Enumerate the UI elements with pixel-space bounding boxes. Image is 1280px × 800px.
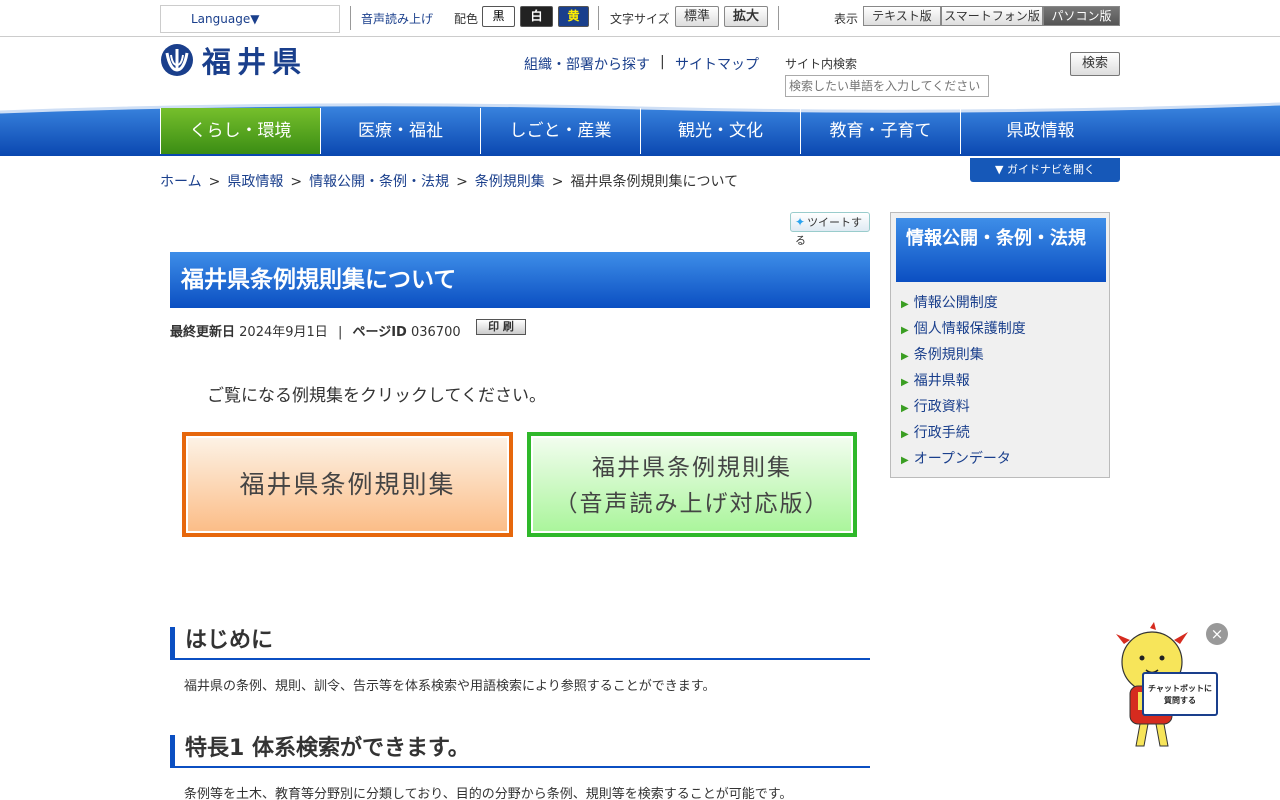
divider (350, 6, 351, 30)
nav-living[interactable]: くらし・環境 (160, 108, 321, 154)
twitter-bird-icon: ✦ (795, 215, 806, 229)
org-search-link[interactable]: 組織・部署から探す (524, 54, 650, 74)
font-standard-button[interactable]: 標準 (675, 6, 719, 27)
pageid-value: 036700 (410, 325, 461, 340)
color-label: 配色 (454, 12, 479, 26)
triangle-right-icon: ▶ (901, 351, 909, 362)
section-heading-feature1: 特長1 体系検索ができます。 (170, 735, 870, 768)
tweet-label: ツイートする (795, 216, 863, 247)
chatbot-close-icon[interactable]: × (1206, 623, 1228, 645)
sitemap-link[interactable]: サイトマップ (675, 54, 759, 74)
voice-button-line2: （音声読み上げ対応版） (554, 491, 830, 517)
page-meta: 最終更新日 2024年9月1日 | ページID 036700 (170, 325, 461, 340)
page-title: 福井県条例規則集について (170, 252, 870, 308)
sidebar-title[interactable]: 情報公開・条例・法規 (896, 218, 1106, 282)
guide-navi-button[interactable]: ▼ ガイドナビを開く (970, 158, 1120, 182)
sidebar-item-admin-procedures[interactable]: ▶ 行政手続 (901, 423, 1026, 449)
triangle-right-icon: ▶ (901, 403, 909, 414)
smartphone-version-button[interactable]: スマートフォン版 (941, 6, 1043, 26)
site-logo[interactable]: 福井県 (160, 42, 308, 79)
text-version-button[interactable]: テキスト版 (863, 6, 941, 26)
pc-version-button[interactable]: パソコン版 (1043, 6, 1120, 26)
font-large-button[interactable]: 拡大 (724, 6, 768, 27)
divider (598, 6, 599, 30)
utility-bar: Language▼ 音声読み上げ 配色 黒 白 黄 文字サイズ 標準 拡大 表示… (0, 0, 1280, 37)
triangle-right-icon: ▶ (901, 299, 909, 310)
logo-text: 福井県 (202, 45, 308, 79)
nav-education[interactable]: 教育・子育て (801, 108, 961, 154)
tweet-button[interactable]: ✦ ツイートする (790, 212, 870, 247)
section-text-intro: 福井県の条例、規則、訓令、告示等を体系検索や用語検索により参照することができます… (184, 679, 716, 694)
sidebar-item-gazette[interactable]: ▶ 福井県報 (901, 371, 1026, 397)
site-search-label: サイト内検索 (785, 57, 858, 71)
updated-label: 最終更新日 (170, 325, 236, 340)
voice-button-line1: 福井県条例規則集 (592, 455, 792, 481)
nav-tourism[interactable]: 観光・文化 (641, 108, 801, 154)
print-button[interactable]: 印 刷 (476, 319, 526, 335)
breadcrumb-ordinances[interactable]: 条例規則集 (475, 174, 545, 190)
updated-value: 2024年9月1日 (239, 325, 328, 340)
site-search-input[interactable] (785, 75, 989, 97)
nav-work[interactable]: しごと・産業 (481, 108, 641, 154)
sidebar: 情報公開・条例・法規 ▶ 情報公開制度 ▶ 個人情報保護制度 ▶ 条例規則集 ▶ 福井県… (890, 212, 1110, 478)
sidebar-item-disclosure[interactable]: ▶ 情報公開制度 (901, 293, 1026, 319)
triangle-right-icon: ▶ (901, 455, 909, 466)
section-text-feature1: 条例等を土木、教育等分野別に分類しており、目的の分野から条例、規則等を検索するこ… (184, 787, 793, 800)
voice-reader-link[interactable]: 音声読み上げ (361, 10, 433, 27)
display-label: 表示 (834, 12, 859, 26)
chatbot-sign-line1: チャットボットに (1148, 684, 1212, 693)
triangle-right-icon: ▶ (901, 377, 909, 388)
breadcrumb-disclosure[interactable]: 情報公開・条例・法規 (309, 174, 449, 190)
main-nav: くらし・環境 医療・福祉 しごと・産業 観光・文化 教育・子育て 県政情報 (160, 108, 1120, 154)
language-select[interactable]: Language▼ (160, 5, 340, 33)
chatbot-sign-line2: 質問する (1164, 696, 1196, 705)
nav-medical[interactable]: 医療・福祉 (321, 108, 481, 154)
nav-government[interactable]: 県政情報 (961, 108, 1120, 154)
ordinance-collection-button[interactable]: 福井県条例規則集 (182, 432, 513, 537)
breadcrumb-government[interactable]: 県政情報 (227, 174, 283, 190)
sidebar-list: ▶ 情報公開制度 ▶ 個人情報保護制度 ▶ 条例規則集 ▶ 福井県報 ▶ 行政資料 ▶ 行政… (901, 293, 1026, 475)
sidebar-item-admin-docs[interactable]: ▶ 行政資料 (901, 397, 1026, 423)
fontsize-label: 文字サイズ (610, 12, 670, 26)
intro-text: ご覧になる例規集をクリックしてください。 (207, 386, 546, 406)
chatbot-sign[interactable]: チャットボットに 質問する (1142, 672, 1218, 716)
section-heading-intro: はじめに (170, 627, 870, 660)
divider (778, 6, 779, 30)
breadcrumb-home[interactable]: ホーム (160, 174, 202, 190)
divider: | (660, 54, 665, 70)
ordinance-collection-voice-button[interactable]: 福井県条例規則集 （音声読み上げ対応版） (527, 432, 857, 537)
sidebar-item-ordinances[interactable]: ▶ 条例規則集 (901, 345, 1026, 371)
search-button[interactable]: 検索 (1070, 52, 1120, 76)
color-white-button[interactable]: 白 (520, 6, 553, 27)
color-yellow-button[interactable]: 黄 (558, 6, 589, 27)
triangle-right-icon: ▶ (901, 429, 909, 440)
prefecture-emblem-icon (161, 44, 193, 76)
color-black-button[interactable]: 黒 (482, 6, 515, 27)
breadcrumb: ホーム > 県政情報 > 情報公開・条例・法規 > 条例規則集 > 福井県条例規則集について (160, 174, 739, 190)
sidebar-item-privacy[interactable]: ▶ 個人情報保護制度 (901, 319, 1026, 345)
breadcrumb-current: 福井県条例規則集について (570, 174, 739, 190)
triangle-right-icon: ▶ (901, 325, 909, 336)
pageid-label: ページID (352, 325, 407, 340)
sidebar-item-open-data[interactable]: ▶ オープンデータ (901, 449, 1026, 475)
